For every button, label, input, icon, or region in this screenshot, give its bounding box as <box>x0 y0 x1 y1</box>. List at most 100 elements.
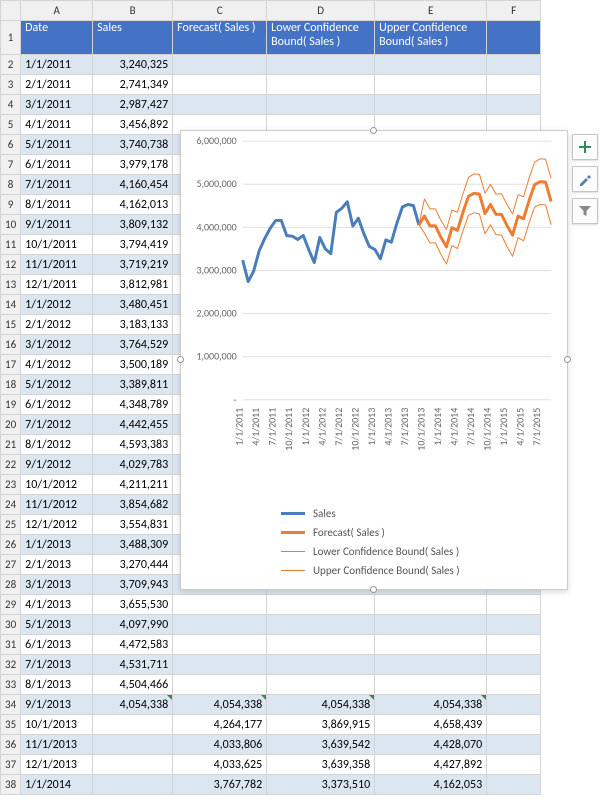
row-header[interactable]: 34 <box>1 695 21 715</box>
cell[interactable]: 7/1/2012 <box>21 415 93 435</box>
col-header-C[interactable]: C <box>173 1 267 21</box>
cell[interactable]: 10/1/2013 <box>21 715 93 735</box>
cell[interactable]: 2/1/2011 <box>21 75 93 95</box>
cell[interactable] <box>487 755 541 775</box>
col-header-E[interactable]: E <box>375 1 487 21</box>
cell[interactable] <box>375 675 487 695</box>
cell[interactable]: 5/1/2013 <box>21 615 93 635</box>
cell[interactable]: 11/1/2011 <box>21 255 93 275</box>
cell[interactable]: 3,764,529 <box>93 335 173 355</box>
cell[interactable] <box>173 615 267 635</box>
cell[interactable] <box>173 55 267 75</box>
cell[interactable]: 7/1/2011 <box>21 175 93 195</box>
cell[interactable] <box>267 595 375 615</box>
cell[interactable]: 2/1/2013 <box>21 555 93 575</box>
row-header[interactable]: 11 <box>1 235 21 255</box>
row-header[interactable]: 13 <box>1 275 21 295</box>
row-header[interactable]: 9 <box>1 195 21 215</box>
cell[interactable]: 3,709,943 <box>93 575 173 595</box>
cell[interactable]: 3,719,219 <box>93 255 173 275</box>
row-header[interactable]: 33 <box>1 675 21 695</box>
cell[interactable] <box>93 775 173 795</box>
cell[interactable]: 9/1/2013 <box>21 695 93 715</box>
cell[interactable]: 10/1/2012 <box>21 475 93 495</box>
row-header[interactable]: 6 <box>1 135 21 155</box>
cell[interactable]: 3,389,811 <box>93 375 173 395</box>
row-header[interactable]: 25 <box>1 515 21 535</box>
cell[interactable] <box>173 655 267 675</box>
cell[interactable] <box>267 635 375 655</box>
row-header[interactable]: 36 <box>1 735 21 755</box>
chart-styles-button[interactable] <box>572 166 598 192</box>
select-all-corner[interactable] <box>1 1 21 21</box>
col-header-D[interactable]: D <box>267 1 375 21</box>
cell[interactable]: 3,240,325 <box>93 55 173 75</box>
cell[interactable]: 4/1/2012 <box>21 355 93 375</box>
cell[interactable]: 12/1/2011 <box>21 275 93 295</box>
cell[interactable]: 4,160,454 <box>93 175 173 195</box>
cell[interactable]: 4,264,177 <box>173 715 267 735</box>
cell[interactable] <box>487 715 541 735</box>
cell[interactable]: 3,812,981 <box>93 275 173 295</box>
cell[interactable]: 3,854,682 <box>93 495 173 515</box>
cell[interactable]: 8/1/2013 <box>21 675 93 695</box>
cell[interactable] <box>375 635 487 655</box>
cell[interactable]: 3,639,542 <box>267 735 375 755</box>
cell[interactable]: 3,869,915 <box>267 715 375 735</box>
row-header[interactable]: 12 <box>1 255 21 275</box>
cell[interactable] <box>375 75 487 95</box>
cell[interactable]: 5/1/2011 <box>21 135 93 155</box>
cell[interactable]: 3,809,132 <box>93 215 173 235</box>
cell[interactable]: 3,794,419 <box>93 235 173 255</box>
cell[interactable]: 3/1/2011 <box>21 95 93 115</box>
cell[interactable] <box>487 95 541 115</box>
cell[interactable] <box>267 675 375 695</box>
cell[interactable]: 1/1/2011 <box>21 55 93 75</box>
cell[interactable]: 9/1/2011 <box>21 215 93 235</box>
row-header[interactable]: 29 <box>1 595 21 615</box>
table-header-cell[interactable]: Upper Confidence Bound( Sales ) <box>375 21 487 55</box>
cell[interactable]: 4,054,338 <box>375 695 487 715</box>
cell[interactable] <box>173 675 267 695</box>
cell[interactable]: 4,162,013 <box>93 195 173 215</box>
cell[interactable]: 3,979,178 <box>93 155 173 175</box>
cell[interactable] <box>375 615 487 635</box>
cell[interactable]: 12/1/2013 <box>21 755 93 775</box>
cell[interactable]: 5/1/2012 <box>21 375 93 395</box>
cell[interactable] <box>375 55 487 75</box>
cell[interactable]: 10/1/2011 <box>21 235 93 255</box>
cell[interactable]: 4/1/2011 <box>21 115 93 135</box>
cell[interactable]: 2,987,427 <box>93 95 173 115</box>
table-header-cell[interactable]: Date <box>21 21 93 55</box>
cell[interactable]: 3,480,451 <box>93 295 173 315</box>
cell[interactable]: 3,456,892 <box>93 115 173 135</box>
cell[interactable] <box>487 695 541 715</box>
row-header[interactable]: 18 <box>1 375 21 395</box>
cell[interactable]: 3,767,782 <box>173 775 267 795</box>
cell[interactable]: 4,442,455 <box>93 415 173 435</box>
row-header[interactable]: 1 <box>1 21 21 55</box>
cell[interactable] <box>267 655 375 675</box>
cell[interactable] <box>487 655 541 675</box>
cell[interactable] <box>375 595 487 615</box>
cell[interactable]: 1/1/2014 <box>21 775 93 795</box>
cell[interactable] <box>267 55 375 75</box>
cell[interactable]: 6/1/2012 <box>21 395 93 415</box>
row-header[interactable]: 22 <box>1 455 21 475</box>
row-header[interactable]: 5 <box>1 115 21 135</box>
col-header-A[interactable]: A <box>21 1 93 21</box>
cell[interactable]: 4,162,053 <box>375 775 487 795</box>
row-header[interactable]: 7 <box>1 155 21 175</box>
cell[interactable]: 1/1/2012 <box>21 295 93 315</box>
cell[interactable]: 7/1/2013 <box>21 655 93 675</box>
row-header[interactable]: 8 <box>1 175 21 195</box>
cell[interactable]: 4,033,806 <box>173 735 267 755</box>
table-header-cell[interactable]: Lower Confidence Bound( Sales ) <box>267 21 375 55</box>
cell[interactable]: 3/1/2013 <box>21 575 93 595</box>
row-header[interactable]: 37 <box>1 755 21 775</box>
cell[interactable]: 3,183,133 <box>93 315 173 335</box>
cell[interactable] <box>487 675 541 695</box>
cell[interactable]: 4,033,625 <box>173 755 267 775</box>
cell[interactable] <box>487 615 541 635</box>
col-header-B[interactable]: B <box>93 1 173 21</box>
